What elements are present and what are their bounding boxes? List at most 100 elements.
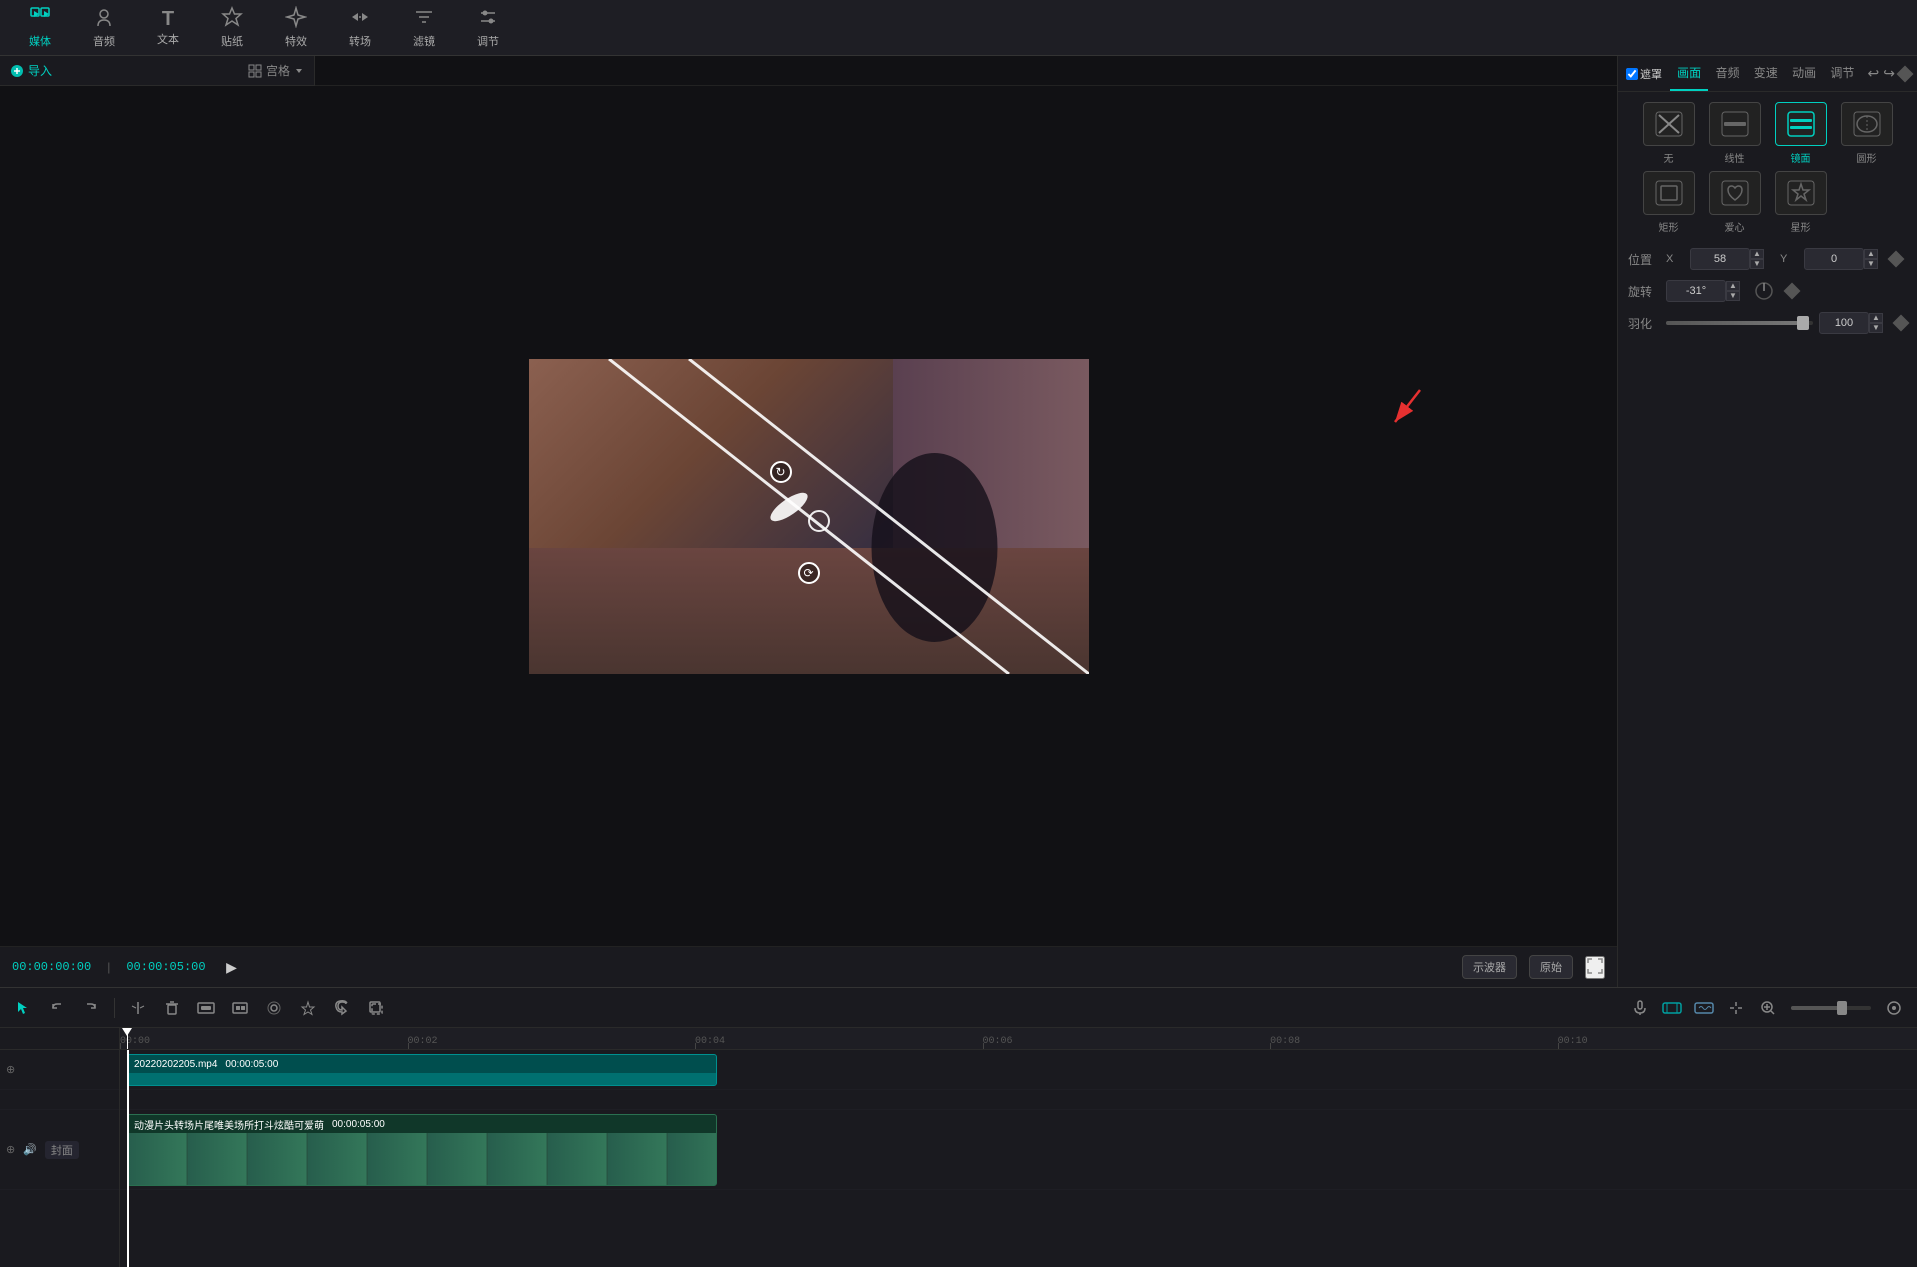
tl-ripple[interactable]	[261, 995, 287, 1021]
timeline-section: ⊕ ⊕ 🔊 封面 00:00 00:02 00:04	[0, 987, 1917, 1267]
tl-track-audio[interactable]	[1691, 995, 1717, 1021]
mask-handle-rotate[interactable]: ↻	[770, 461, 792, 483]
rotation-circle[interactable]	[1754, 281, 1774, 301]
feather-slider[interactable]	[1666, 321, 1813, 325]
tl-tracks: 20220202205.mp4 00:00:05:00 动漫片头转场片尾唯美场所…	[120, 1050, 1917, 1190]
toolbar-transition[interactable]: 转场	[330, 4, 390, 52]
mask-linear[interactable]: 线性	[1705, 102, 1765, 165]
view-toggle[interactable]: 宫格	[248, 62, 304, 79]
top-toolbar: 媒体 音频 T 文本 贴纸 特效 转场 滤镜 调	[0, 0, 1917, 56]
pos-y-up[interactable]: ▲	[1864, 249, 1878, 259]
tl-cover-label: 封面	[45, 1141, 79, 1159]
toolbar-media[interactable]: 媒体	[10, 4, 70, 52]
mask-none-label: 无	[1664, 150, 1674, 165]
zoom-slider[interactable]	[1791, 1006, 1871, 1010]
feather-handle[interactable]	[1797, 316, 1809, 330]
mask-mirror-label: 镜面	[1791, 150, 1811, 165]
toolbar-text[interactable]: T 文本	[138, 4, 198, 52]
feather-keyframe[interactable]	[1893, 315, 1910, 332]
toolbar-filter[interactable]: 滤镜	[394, 4, 454, 52]
tl-redo[interactable]	[78, 995, 104, 1021]
toolbar-sticker[interactable]: 贴纸	[202, 4, 262, 52]
feather-input[interactable]	[1819, 312, 1869, 334]
center-panel: 播放器	[0, 56, 1617, 987]
tl-mic[interactable]	[1627, 995, 1653, 1021]
mask-mirror[interactable]: 镜面	[1771, 102, 1831, 165]
right-undo[interactable]: ↩	[1868, 65, 1880, 82]
mask-heart[interactable]: 爱心	[1705, 171, 1765, 234]
play-button[interactable]: ▶	[218, 953, 246, 981]
zoom-handle[interactable]	[1837, 1001, 1847, 1015]
feather-fill	[1666, 321, 1798, 325]
feather-down[interactable]: ▼	[1869, 323, 1883, 333]
mask-round[interactable]: 圆形	[1837, 102, 1897, 165]
pos-y-input[interactable]	[1804, 248, 1864, 270]
tl-label-row-2	[0, 1090, 119, 1110]
tab-animation[interactable]: 动画	[1785, 56, 1823, 91]
mask-star-label: 星形	[1791, 219, 1811, 234]
rotation-up[interactable]: ▲	[1726, 281, 1740, 291]
pos-x-down[interactable]: ▼	[1750, 259, 1764, 269]
right-tabs: 画面 音频 变速 动画 调节	[1670, 56, 1862, 91]
tl-split2[interactable]	[1723, 995, 1749, 1021]
tl-track-film: 动漫片头转场片尾唯美场所打斗炫酷可爱萌 00:00:05:00	[120, 1110, 1917, 1190]
waveform-button[interactable]: 示波器	[1462, 955, 1517, 979]
rotation-down[interactable]: ▼	[1726, 291, 1740, 301]
tl-split[interactable]	[125, 995, 151, 1021]
tl-zoom-in[interactable]	[1755, 995, 1781, 1021]
mask-star[interactable]: 星形	[1771, 171, 1831, 234]
timeline-toolbar	[0, 988, 1917, 1028]
tl-undo[interactable]	[44, 995, 70, 1021]
mask-none[interactable]: 无	[1639, 102, 1699, 165]
pos-keyframe[interactable]	[1888, 251, 1905, 268]
import-button[interactable]: 导入	[10, 62, 52, 79]
pos-x-input[interactable]	[1690, 248, 1750, 270]
mask-handle-move[interactable]: ⟳	[798, 562, 820, 584]
tl-select[interactable]	[10, 995, 36, 1021]
mask-shapes-row1: 无 线性 镜面 圆形	[1628, 102, 1907, 165]
tl-label-row-1: ⊕	[0, 1050, 119, 1090]
right-redo[interactable]: ↪	[1883, 65, 1895, 82]
tl-clip-video[interactable]: 20220202205.mp4 00:00:05:00	[127, 1054, 717, 1086]
original-button[interactable]: 原始	[1529, 955, 1573, 979]
tab-speed[interactable]: 变速	[1747, 56, 1785, 91]
fullscreen-button[interactable]	[1585, 956, 1605, 979]
tl-play-back[interactable]	[227, 995, 253, 1021]
tl-clip-film[interactable]: 动漫片头转场片尾唯美场所打斗炫酷可爱萌 00:00:05:00	[127, 1114, 717, 1186]
tl-video-icon: ⊕	[6, 1143, 15, 1156]
toolbar-adjust-label: 调节	[477, 33, 499, 49]
mask-rect-label: 矩形	[1659, 219, 1679, 234]
toolbar-effect[interactable]: 特效	[266, 4, 326, 52]
toolbar-adjust[interactable]: 调节	[458, 4, 518, 52]
mask-heart-label: 爱心	[1725, 219, 1745, 234]
right-panel: 遮罩 画面 音频 变速 动画 调节 ↩ ↪	[1617, 56, 1917, 987]
tl-track-video[interactable]	[1659, 995, 1685, 1021]
timeline-body: ⊕ ⊕ 🔊 封面 00:00 00:02 00:04	[0, 1028, 1917, 1267]
position-row: 位置 X ▲ ▼ Y ▲ ▼	[1628, 248, 1907, 270]
sticker-icon	[221, 6, 243, 31]
feather-up[interactable]: ▲	[1869, 313, 1883, 323]
transition-icon	[349, 6, 371, 31]
left-panel-header: 导入 宫格	[0, 56, 314, 86]
tl-zoom-circle[interactable]	[1881, 995, 1907, 1021]
toolbar-effect-label: 特效	[285, 33, 307, 49]
tl-rotate[interactable]	[329, 995, 355, 1021]
tl-padding[interactable]	[193, 995, 219, 1021]
toolbar-audio[interactable]: 音频	[74, 4, 134, 52]
mask-checkbox[interactable]	[1626, 68, 1638, 80]
tl-magic[interactable]	[295, 995, 321, 1021]
mask-overlay	[529, 359, 1089, 674]
tl-delete[interactable]	[159, 995, 185, 1021]
tab-adjust[interactable]: 调节	[1823, 56, 1861, 91]
mask-rect[interactable]: 矩形	[1639, 171, 1699, 234]
keyframe-diamond[interactable]	[1897, 65, 1914, 82]
timeline-right-tools	[1627, 995, 1907, 1021]
rotation-keyframe[interactable]	[1784, 283, 1801, 300]
tab-audio[interactable]: 音频	[1708, 56, 1746, 91]
pos-y-down[interactable]: ▼	[1864, 259, 1878, 269]
tl-crop[interactable]	[363, 995, 389, 1021]
pos-y-label: Y	[1780, 253, 1798, 265]
tab-picture[interactable]: 画面	[1670, 56, 1708, 91]
pos-x-up[interactable]: ▲	[1750, 249, 1764, 259]
rotation-input[interactable]	[1666, 280, 1726, 302]
